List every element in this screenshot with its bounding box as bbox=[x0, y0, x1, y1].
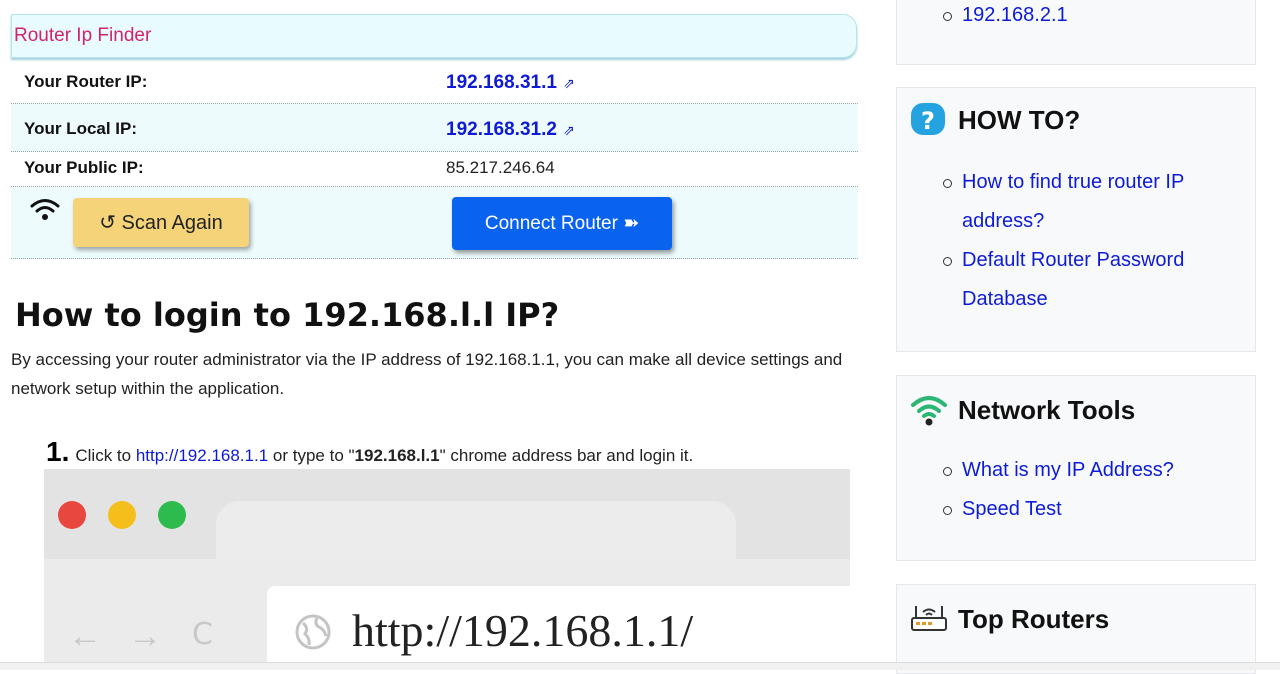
howto-title-text: HOW TO? bbox=[958, 104, 1081, 135]
howto-link-2b[interactable]: Database bbox=[962, 288, 1048, 310]
router-icon bbox=[910, 601, 948, 637]
ip-finder-table: Your Router IP: 192.168.31.1 ⇗ Your Local… bbox=[11, 60, 858, 259]
howto-link-1a[interactable]: How to find true router IP bbox=[962, 171, 1184, 193]
external-link-icon[interactable]: ⇗ bbox=[563, 75, 575, 91]
list-item[interactable]: 192.168.2.1 bbox=[897, 0, 1068, 35]
step-text-prefix: Click to bbox=[75, 446, 136, 465]
list-item-continuation[interactable]: address? bbox=[897, 202, 1184, 241]
step-text-middle: or type to " bbox=[268, 446, 355, 465]
network-tools-title-text: Network Tools bbox=[958, 394, 1136, 425]
speed-test-link[interactable]: Speed Test bbox=[962, 498, 1062, 520]
step-text-suffix: " chrome address bar and login it. bbox=[439, 446, 694, 465]
howto-link-1b[interactable]: address? bbox=[962, 210, 1044, 232]
public-ip-row: Your Public IP: 85.217.246.64 bbox=[11, 152, 858, 187]
actions-row: ↺ Scan Again Connect Router ➽ bbox=[11, 187, 858, 259]
intro-paragraph: By accessing your router administrator v… bbox=[11, 350, 843, 398]
address-bar: http://192.168.1.1/ bbox=[267, 586, 850, 669]
public-ip-label: Your Public IP: bbox=[24, 158, 144, 177]
router-ip-link[interactable]: 192.168.31.1 bbox=[446, 72, 557, 93]
browser-nav-area: ← → C http://192.168.1.1/ bbox=[44, 559, 850, 669]
list-item[interactable]: What is my IP Address? bbox=[897, 451, 1174, 490]
minimize-dot-icon bbox=[108, 501, 136, 529]
top-routers-title: Top Routers bbox=[910, 601, 1109, 637]
sidebar: 192.168.2.1 ? HOW TO? How to find true r… bbox=[880, 0, 1280, 674]
list-item[interactable]: Speed Test bbox=[897, 490, 1174, 529]
step-bold-address: 192.168.l.1 bbox=[354, 446, 440, 465]
router-ip-value[interactable]: 192.168.31.1 ⇗ bbox=[446, 72, 575, 94]
howto-title: ? HOW TO? bbox=[910, 102, 1080, 138]
public-ip-value: 85.217.246.64 bbox=[446, 158, 555, 177]
network-tools-card: Network Tools What is my IP Address? Spe… bbox=[896, 375, 1256, 561]
maximize-dot-icon bbox=[158, 501, 186, 529]
list-item[interactable]: How to find true router IP bbox=[897, 163, 1184, 202]
address-bar-url: http://192.168.1.1/ bbox=[352, 605, 694, 656]
router-url-link[interactable]: http://192.168.1.1 bbox=[136, 446, 268, 465]
local-ip-label: Your Local IP: bbox=[24, 119, 138, 138]
ip-192-168-2-1-link[interactable]: 192.168.2.1 bbox=[962, 4, 1068, 26]
router-ip-finder-title: Router Ip Finder bbox=[11, 14, 857, 58]
local-ip-value[interactable]: 192.168.31.2 ⇗ bbox=[446, 119, 575, 141]
main-content: Router Ip Finder Your Router IP: 192.168… bbox=[0, 0, 880, 669]
connect-router-button[interactable]: Connect Router ➽ bbox=[452, 197, 672, 250]
wifi-icon bbox=[910, 392, 948, 428]
router-ip-label: Your Router IP: bbox=[24, 72, 148, 91]
router-ip-list-card: 192.168.2.1 bbox=[896, 0, 1256, 65]
what-is-my-ip-link[interactable]: What is my IP Address? bbox=[962, 459, 1174, 481]
svg-text:?: ? bbox=[921, 107, 935, 135]
reload-icon: C bbox=[192, 617, 213, 652]
question-icon: ? bbox=[910, 102, 948, 138]
forward-arrow-icon: → bbox=[128, 617, 162, 655]
list-item-continuation[interactable]: Database bbox=[897, 280, 1184, 319]
wifi-icon bbox=[30, 199, 60, 220]
top-routers-title-text: Top Routers bbox=[958, 603, 1110, 634]
howto-card: ? HOW TO? How to find true router IP add… bbox=[896, 87, 1256, 352]
step-1: 1. Click to http://192.168.1.1 or type to… bbox=[46, 436, 693, 468]
browser-tab-bar bbox=[44, 469, 850, 581]
globe-icon bbox=[295, 614, 331, 650]
list-item[interactable]: Default Router Password bbox=[897, 241, 1184, 280]
external-link-icon[interactable]: ⇗ bbox=[563, 122, 575, 138]
top-routers-card: Top Routers bbox=[896, 584, 1256, 674]
router-ip-row: Your Router IP: 192.168.31.1 ⇗ bbox=[11, 60, 858, 104]
login-heading: How to login to 192.168.l.l IP? bbox=[15, 296, 560, 334]
local-ip-link[interactable]: 192.168.31.2 bbox=[446, 119, 557, 140]
browser-illustration: ← → C http://192.168.1.1/ bbox=[44, 469, 850, 669]
step-number: 1. bbox=[46, 436, 70, 467]
local-ip-row: Your Local IP: 192.168.31.2 ⇗ bbox=[11, 104, 858, 152]
network-tools-title: Network Tools bbox=[910, 392, 1135, 428]
howto-link-2a[interactable]: Default Router Password bbox=[962, 249, 1184, 271]
scan-again-button[interactable]: ↺ Scan Again bbox=[73, 198, 249, 247]
back-arrow-icon: ← bbox=[68, 617, 102, 655]
close-dot-icon bbox=[58, 501, 86, 529]
